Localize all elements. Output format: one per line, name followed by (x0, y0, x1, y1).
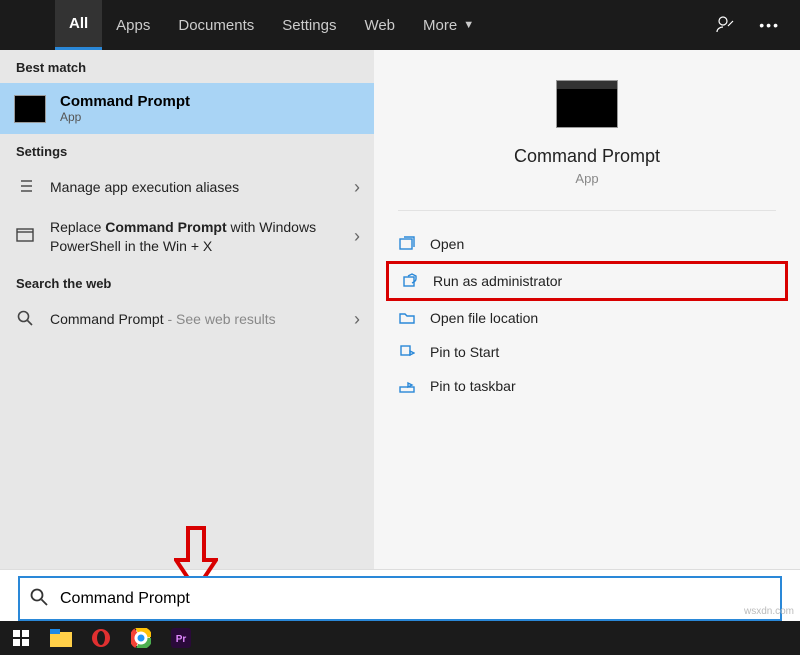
tab-documents[interactable]: Documents (164, 0, 268, 50)
details-right-panel: Command Prompt App Open Run as administr… (374, 50, 800, 569)
command-prompt-icon (14, 95, 46, 123)
search-icon (30, 588, 48, 609)
open-app-icon (398, 235, 416, 253)
results-left-panel: Best match Command Prompt App Settings M… (0, 50, 374, 569)
taskbar-opera[interactable] (82, 621, 120, 655)
action-run-admin-label: Run as administrator (433, 273, 562, 289)
settings-item-replace-cmd-label: Replace Command Prompt with Windows Powe… (50, 218, 340, 256)
tab-all[interactable]: All (55, 0, 102, 50)
tab-settings[interactable]: Settings (268, 0, 350, 50)
app-hero-title: Command Prompt (514, 146, 660, 167)
taskbar-file-explorer[interactable] (42, 621, 80, 655)
folder-icon (398, 309, 416, 327)
action-run-admin[interactable]: Run as administrator (386, 261, 788, 301)
section-best-match: Best match (0, 50, 374, 83)
search-input[interactable] (58, 589, 770, 609)
run-as-admin-icon (401, 272, 419, 290)
app-hero: Command Prompt App (398, 80, 776, 211)
pin-taskbar-icon (398, 377, 416, 395)
action-open[interactable]: Open (386, 227, 788, 261)
settings-item-aliases[interactable]: Manage app execution aliases › (0, 167, 374, 208)
best-match-result[interactable]: Command Prompt App (0, 83, 374, 134)
chevron-down-icon: ▼ (463, 19, 474, 31)
best-match-subtitle: App (60, 110, 190, 124)
tab-web[interactable]: Web (350, 0, 409, 50)
section-web: Search the web (0, 266, 374, 299)
web-result-item[interactable]: Command Prompt - See web results › (0, 299, 374, 340)
web-result-label: Command Prompt - See web results (50, 310, 276, 329)
chevron-right-icon: › (354, 309, 360, 330)
action-open-label: Open (430, 236, 464, 252)
settings-item-aliases-label: Manage app execution aliases (50, 178, 239, 197)
pin-start-icon (398, 343, 416, 361)
action-list: Open Run as administrator Open file loca… (374, 221, 800, 409)
best-match-title: Command Prompt (60, 93, 190, 110)
app-hero-subtitle: App (575, 171, 598, 186)
tab-apps[interactable]: Apps (102, 0, 164, 50)
tab-more-label: More (423, 17, 457, 34)
action-pin-start-label: Pin to Start (430, 344, 499, 360)
tab-more[interactable]: More ▼ (409, 0, 488, 50)
taskbar-premiere[interactable]: Pr (162, 621, 200, 655)
start-button[interactable] (2, 621, 40, 655)
list-icon (14, 179, 36, 196)
search-icon (14, 310, 36, 329)
section-settings: Settings (0, 134, 374, 167)
watermark: wsxdn.com (744, 606, 794, 617)
window-icon (14, 228, 36, 245)
svg-text:Pr: Pr (176, 634, 187, 645)
action-pin-taskbar[interactable]: Pin to taskbar (386, 369, 788, 403)
more-options-icon[interactable]: ••• (759, 17, 780, 33)
action-pin-taskbar-label: Pin to taskbar (430, 378, 516, 394)
action-open-location[interactable]: Open file location (386, 301, 788, 335)
chevron-right-icon: › (354, 226, 360, 247)
search-box[interactable] (18, 576, 782, 621)
taskbar-chrome[interactable] (122, 621, 160, 655)
command-prompt-large-icon (556, 80, 618, 128)
chevron-right-icon: › (354, 177, 360, 198)
settings-item-replace-cmd[interactable]: Replace Command Prompt with Windows Powe… (0, 208, 374, 266)
action-pin-start[interactable]: Pin to Start (386, 335, 788, 369)
search-filter-tabs: All Apps Documents Settings Web More ▼ •… (0, 0, 800, 50)
taskbar: Pr (0, 621, 800, 655)
search-results-body: Best match Command Prompt App Settings M… (0, 50, 800, 570)
action-open-location-label: Open file location (430, 310, 538, 326)
feedback-icon[interactable] (715, 14, 735, 37)
